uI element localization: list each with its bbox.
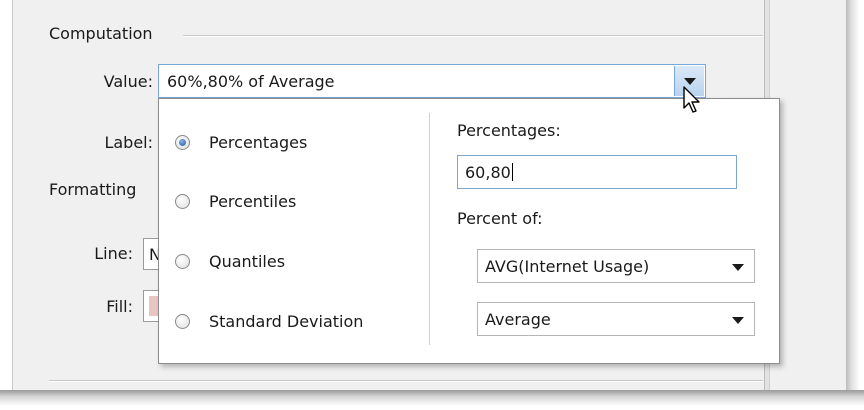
- radio-percentiles[interactable]: Percentiles: [175, 188, 296, 214]
- radio-quantiles[interactable]: Quantiles: [175, 248, 285, 274]
- chevron-down-icon: [732, 317, 744, 324]
- value-combobox-text: 60%,80% of Average: [167, 72, 335, 91]
- radio-label: Quantiles: [209, 251, 286, 271]
- value-options-popup: Percentages Percentiles Quantiles Standa…: [158, 98, 780, 364]
- measure-select-value: AVG(Internet Usage): [485, 257, 650, 276]
- mouse-pointer-icon: [683, 86, 700, 113]
- value-combobox[interactable]: 60%,80% of Average: [158, 64, 706, 98]
- chevron-down-icon: [684, 78, 696, 85]
- popup-divider: [429, 113, 430, 345]
- radio-button-selected[interactable]: [175, 134, 190, 150]
- fill-color-swatch: [149, 296, 158, 316]
- bottom-separator: [49, 380, 763, 382]
- radio-label: Percentages: [209, 132, 308, 152]
- percentages-input-text: 60,80: [465, 163, 513, 182]
- radio-button[interactable]: [175, 313, 190, 329]
- aggregation-select-value: Average: [485, 310, 551, 329]
- percent-of-label: Percent of:: [457, 209, 543, 228]
- computation-section-title: Computation: [49, 24, 153, 43]
- background-window: [776, 0, 846, 394]
- radio-button[interactable]: [175, 193, 190, 209]
- formatting-section-title: Formatting: [49, 180, 137, 199]
- percentages-input[interactable]: 60,80: [457, 155, 737, 189]
- percentages-field-label: Percentages:: [457, 121, 561, 140]
- radio-label: Percentiles: [209, 191, 297, 211]
- radio-percentages[interactable]: Percentages: [175, 129, 307, 155]
- computation-group-line: [183, 35, 763, 37]
- chevron-down-icon: [732, 264, 744, 271]
- percentages-input-value: 60,80: [465, 163, 511, 182]
- radio-standard-deviation[interactable]: Standard Deviation: [175, 308, 363, 334]
- torn-bottom-edge: [0, 390, 864, 410]
- torn-edge-shadow: [846, 0, 860, 394]
- aggregation-select[interactable]: Average: [477, 302, 755, 336]
- measure-select[interactable]: AVG(Internet Usage): [477, 249, 755, 283]
- fill-label: Fill:: [106, 297, 133, 316]
- radio-label: Standard Deviation: [209, 311, 364, 331]
- label-label: Label:: [104, 133, 153, 152]
- value-label: Value:: [103, 72, 153, 91]
- line-label: Line:: [94, 244, 133, 263]
- radio-button[interactable]: [175, 253, 190, 269]
- text-caret: [511, 163, 513, 181]
